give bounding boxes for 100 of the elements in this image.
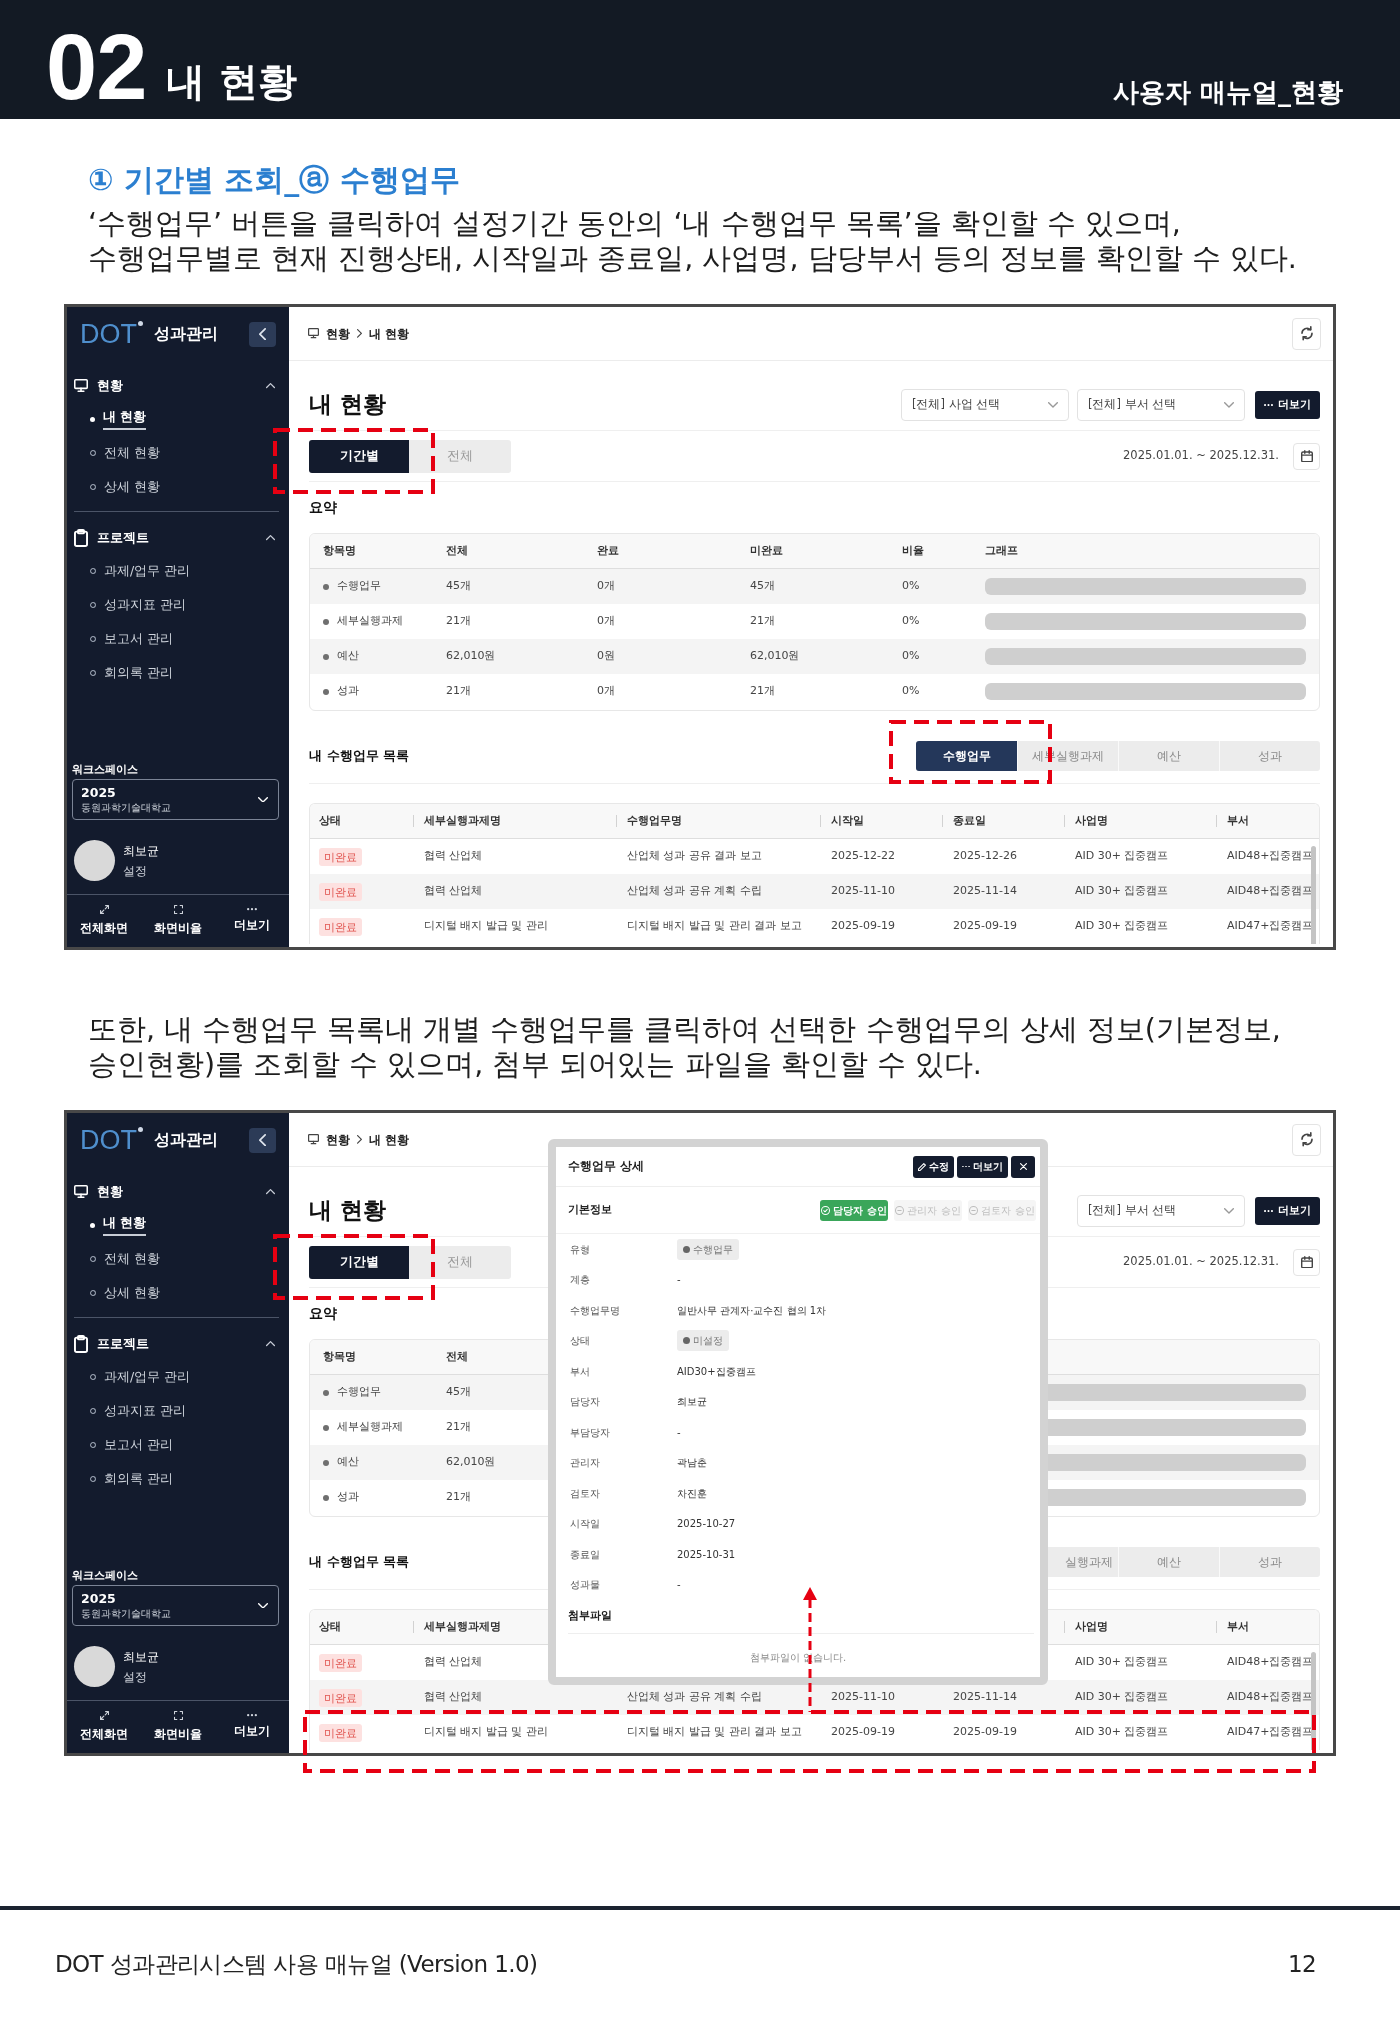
item-name: 수행업무	[337, 1384, 381, 1401]
refresh-button[interactable]	[1292, 317, 1321, 350]
close-button[interactable]	[1011, 1155, 1035, 1178]
filter-select[interactable]: [전체] 부서 선택	[1077, 389, 1245, 421]
toolbar-button[interactable]: 전체화면	[67, 1701, 141, 1753]
table-text: AID48+집중캠프	[1227, 1654, 1314, 1671]
more-button[interactable]: 더보기	[1255, 391, 1320, 419]
minus-circle-icon	[895, 1205, 905, 1215]
table-text: 0%	[902, 648, 920, 665]
menu-item[interactable]: 회의록 관리	[67, 1462, 289, 1496]
table-text: 0원	[597, 648, 615, 665]
table-text: 디지털 배지 발급 및 관리 결과 보고	[627, 1724, 802, 1741]
breadcrumb-link[interactable]: 현황	[326, 324, 350, 343]
edit-button[interactable]: 수정	[913, 1155, 954, 1178]
corners-icon	[173, 905, 183, 914]
toolbar-button[interactable]: 더보기	[215, 1701, 289, 1753]
menu-section-title[interactable]: 프로젝트	[97, 1334, 149, 1354]
bullet-icon	[90, 1374, 96, 1380]
chevron-left-icon	[259, 1133, 266, 1147]
tag-text: 수행업무	[693, 1242, 733, 1257]
menu-item[interactable]: 회의록 관리	[67, 656, 289, 690]
settings-link[interactable]: 설정	[123, 860, 159, 881]
table-text: 협력 산업체	[424, 1654, 483, 1671]
settings-link[interactable]: 설정	[123, 1666, 159, 1687]
table-text: 45개	[446, 578, 471, 595]
menu-item[interactable]: 내 현황	[67, 1208, 289, 1242]
collapse-button[interactable]	[249, 1127, 276, 1153]
logo-text: DOT	[80, 320, 137, 348]
menu-item[interactable]: 성과지표 관리	[67, 588, 289, 622]
more-button[interactable]: 더보기	[1255, 1197, 1320, 1225]
menu-section-title[interactable]: 프로젝트	[97, 528, 149, 548]
toolbar-button[interactable]: 화면비율	[141, 895, 215, 947]
tab[interactable]: 기간별	[309, 439, 409, 473]
column-header: 세부실행과제명	[424, 813, 501, 829]
toolbar-button[interactable]: 더보기	[215, 895, 289, 947]
table-text: 0%	[902, 683, 920, 700]
column-header: 그래프	[985, 543, 1018, 559]
app-name: 성과관리	[154, 323, 218, 345]
filter-select[interactable]: [전체] 부서 선택	[1077, 1195, 1245, 1227]
field-label: 담당자	[570, 1395, 601, 1410]
date-range: 2025.01.01. ~ 2025.12.31.	[1123, 447, 1279, 465]
workspace-select[interactable]: 2025 동원과학기술대학교	[72, 779, 279, 820]
table-text: 2025-11-10	[831, 883, 895, 900]
more-button[interactable]: 더보기	[957, 1155, 1008, 1178]
bullet-icon	[90, 1290, 96, 1296]
breadcrumb-current: 내 현황	[369, 325, 410, 343]
refresh-button[interactable]	[1292, 1123, 1321, 1156]
tag-text: 미설정	[693, 1334, 723, 1349]
table-text: 0개	[597, 578, 615, 595]
monitor-icon	[308, 1134, 319, 1145]
table-text: 2025-12-22	[831, 848, 895, 865]
menu-item[interactable]: 성과지표 관리	[67, 1394, 289, 1428]
column-header: 완료	[597, 543, 619, 559]
section-title: 요약	[309, 499, 337, 515]
menu-item[interactable]: 보고서 관리	[67, 1428, 289, 1462]
menu-item[interactable]: 과제/업무 관리	[67, 1360, 289, 1394]
column-header: 상태	[319, 813, 341, 829]
menu-section-title[interactable]: 현황	[97, 1182, 123, 1202]
bullet-icon	[90, 1476, 96, 1482]
description-text: ‘수행업무’ 버튼을 클릭하여 설정기간 동안의 ‘내 수행업무 목록’을 확인할 수 있으며, 수행업무별로 현재 진행상태, 시작일과 종료일, 사업명, 담당부서 등의 정보를 확인할 수 있다.	[88, 206, 1298, 276]
menu-section-title[interactable]: 현황	[97, 376, 123, 396]
column-header: 항목명	[323, 1349, 356, 1365]
user-name: 최보균	[123, 1648, 159, 1666]
table-text: 62,010원	[750, 648, 800, 665]
status-badge: 미완료	[319, 882, 362, 901]
table-text: 디지털 배지 발급 및 관리	[424, 918, 548, 935]
toolbar-button[interactable]: 전체화면	[67, 895, 141, 947]
column-header: 종료일	[953, 813, 986, 829]
tab[interactable]: 수행업무	[916, 741, 1017, 771]
workspace-select[interactable]: 2025 동원과학기술대학교	[72, 1585, 279, 1626]
menu-item[interactable]: 상세 현황	[67, 470, 289, 504]
calendar-icon	[1300, 1255, 1313, 1269]
calendar-button[interactable]	[1293, 1248, 1320, 1276]
column-header: 사업명	[1075, 813, 1108, 829]
column-header: 전체	[446, 543, 468, 559]
menu-item[interactable]: 상세 현황	[67, 1276, 289, 1310]
toolbar-button[interactable]: 화면비율	[141, 1701, 215, 1753]
bullet-icon	[90, 602, 96, 608]
user-name: 최보균	[123, 842, 159, 860]
status-badge: 미완료	[319, 1653, 362, 1672]
field-value: 2025-10-27	[677, 1517, 736, 1532]
item-name: 세부실행과제	[337, 613, 403, 630]
calendar-icon	[1300, 449, 1313, 463]
menu-item[interactable]: 과제/업무 관리	[67, 554, 289, 588]
collapse-button[interactable]	[249, 321, 276, 347]
field-label: 종료일	[570, 1547, 601, 1562]
calendar-button[interactable]	[1293, 442, 1320, 470]
menu-item[interactable]: 전체 현황	[67, 1242, 289, 1276]
column-header: 시작일	[831, 813, 864, 829]
page-number: 12	[1287, 1950, 1316, 1978]
logo-text: DOT	[80, 1126, 137, 1154]
tab[interactable]: 기간별	[309, 1245, 409, 1279]
breadcrumb-link[interactable]: 현황	[326, 1130, 350, 1149]
menu-item[interactable]: 전체 현황	[67, 436, 289, 470]
filter-select[interactable]: [전체] 사업 선택	[901, 389, 1069, 421]
menu-item[interactable]: 내 현황	[67, 402, 289, 436]
menu-item[interactable]: 보고서 관리	[67, 622, 289, 656]
field-value: 일반사무 관계자·교수진 협의 1차	[677, 1303, 827, 1318]
dot-icon	[683, 1337, 690, 1345]
table-text: 62,010원	[446, 1454, 496, 1471]
